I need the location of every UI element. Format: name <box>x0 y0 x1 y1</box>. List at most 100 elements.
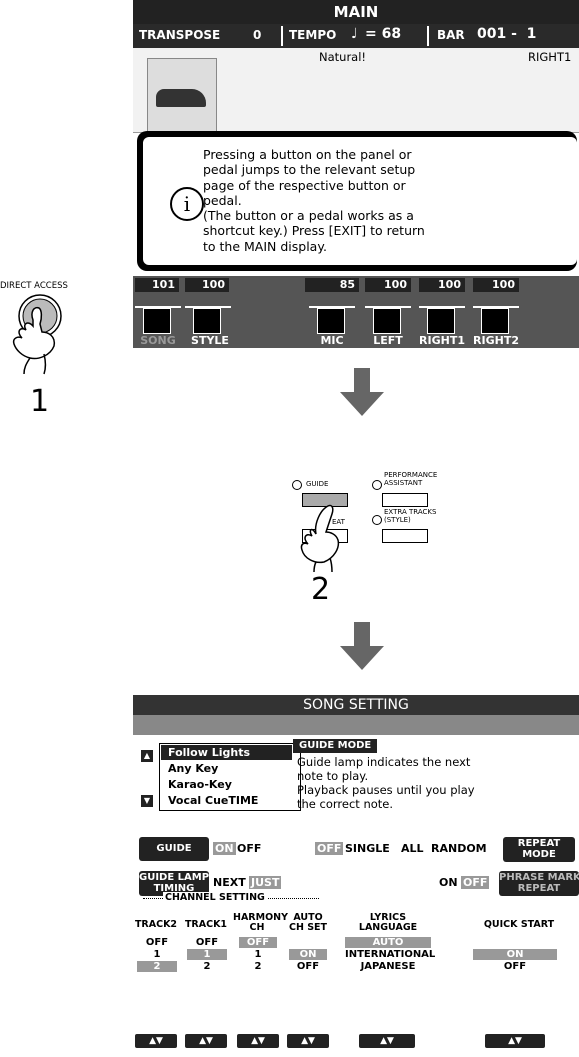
timing-just[interactable]: JUST <box>249 876 282 889</box>
repeat-all[interactable]: ALL <box>401 842 424 855</box>
track1-value-selected[interactable]: 1 <box>187 949 227 960</box>
track2-value[interactable]: OFF <box>137 937 177 948</box>
guide-mode-description: Guide lamp indicates the next note to pl… <box>297 755 475 811</box>
phrase-off[interactable]: OFF <box>461 876 490 889</box>
direct-access-label: DIRECT ACCESS <box>0 281 68 291</box>
performance-assistant-button[interactable] <box>382 493 428 507</box>
harmony-ch-value[interactable]: 2 <box>239 961 277 972</box>
piano-image <box>147 58 217 134</box>
main-title-bar: MAIN <box>133 0 579 24</box>
lyrics-language-japanese[interactable]: JAPANESE <box>345 961 431 972</box>
mixer-label-song: SONG <box>140 334 176 347</box>
repeat-random[interactable]: RANDOM <box>431 842 487 855</box>
mixer-label-style: STYLE <box>191 334 229 347</box>
mixer-slider[interactable] <box>365 294 411 334</box>
quick-start-off[interactable]: OFF <box>473 961 557 972</box>
mixer-slider[interactable] <box>473 294 519 334</box>
quick-start-label: QUICK START <box>483 919 555 930</box>
auto-ch-set-updown-button[interactable]: ▲▼ <box>287 1034 329 1048</box>
bar-value: 001 - 1 <box>477 26 537 42</box>
divider <box>281 26 283 46</box>
list-item-vocal-cuetime[interactable]: Vocal CueTIME <box>168 793 258 808</box>
popup-message: Pressing a button on the panel or pedal … <box>203 147 425 254</box>
mixer-label-left: LEFT <box>373 334 403 347</box>
transpose-value: 0 <box>253 28 262 42</box>
mixer-slider[interactable] <box>419 294 465 334</box>
lyrics-language-international[interactable]: INTERNATIONAL <box>345 949 435 960</box>
lyrics-language-auto[interactable]: AUTO <box>345 937 431 948</box>
mixer-value: 101 <box>135 278 179 292</box>
main-info-bar: TRANSPOSE 0 TEMPO ♩ = 68 BAR 001 - 1 <box>133 24 579 48</box>
list-item-karao-key[interactable]: Karao-Key <box>168 777 232 792</box>
song-setting-screenshot: SONG SETTING ▲ ▼ Follow Lights Any Key K… <box>133 695 579 1057</box>
performance-assistant-label: PERFORMANCE ASSISTANT <box>384 471 438 487</box>
list-item-any-key[interactable]: Any Key <box>168 761 218 776</box>
track2-updown-button[interactable]: ▲▼ <box>135 1034 177 1048</box>
list-item-follow-lights[interactable]: Follow Lights <box>161 745 292 760</box>
info-popup-body: i Pressing a button on the panel or peda… <box>143 137 577 265</box>
list-up-button[interactable]: ▲ <box>141 750 153 762</box>
harmony-ch-value-selected[interactable]: OFF <box>239 937 277 948</box>
mixer-slider[interactable] <box>309 294 355 334</box>
guide-button-label: GUIDE <box>306 480 329 488</box>
performance-lamp-indicator <box>372 480 382 490</box>
info-icon: i <box>170 187 204 221</box>
harmony-ch-updown-button[interactable]: ▲▼ <box>237 1034 279 1048</box>
track1-label: TRACK1 <box>184 919 228 930</box>
info-popup: i Pressing a button on the panel or peda… <box>137 131 577 271</box>
track2-value-selected[interactable]: 2 <box>137 961 177 972</box>
voice-name: Natural! <box>319 50 367 64</box>
lyrics-language-label: LYRICS LANGUAGE <box>358 912 418 933</box>
repeat-single[interactable]: SINGLE <box>345 842 390 855</box>
mixer-value: 100 <box>365 278 411 292</box>
lyrics-language-updown-button[interactable]: ▲▼ <box>359 1034 415 1048</box>
repeat-mode-button[interactable]: REPEAT MODE <box>503 837 575 862</box>
guide-mode-list: Follow Lights Any Key Karao-Key Vocal Cu… <box>159 743 301 811</box>
transpose-label: TRANSPOSE <box>139 28 221 42</box>
phrase-on[interactable]: ON <box>439 876 458 889</box>
track1-value[interactable]: OFF <box>187 937 227 948</box>
harmony-ch-label: HARMONY CH <box>233 912 288 933</box>
track2-value[interactable]: 1 <box>137 949 177 960</box>
guide-lamp-off[interactable]: OFF <box>237 842 261 855</box>
extra-tracks-label: EXTRA TRACKS (STYLE) <box>384 508 437 524</box>
tempo-note-icon: ♩ <box>351 26 358 42</box>
repeat-off[interactable]: OFF <box>315 842 344 855</box>
mixer-panel: 101 100 85 100 100 100 SONG STYLE MIC LE… <box>133 276 579 348</box>
mixer-value: 100 <box>185 278 229 292</box>
track1-updown-button[interactable]: ▲▼ <box>185 1034 227 1048</box>
mixer-value: 100 <box>419 278 465 292</box>
tempo-value: = 68 <box>365 26 402 42</box>
tab-bar <box>133 715 579 735</box>
main-display-screenshot: MAIN TRANSPOSE 0 TEMPO ♩ = 68 BAR 001 - … <box>133 0 579 348</box>
auto-ch-set-label: AUTO CH SET <box>288 912 328 933</box>
down-arrow-icon <box>340 622 384 670</box>
auto-ch-set-off[interactable]: OFF <box>289 961 327 972</box>
list-down-button[interactable]: ▼ <box>141 795 153 807</box>
extra-tracks-button[interactable] <box>382 529 428 543</box>
guide-lamp-indicator <box>292 480 302 490</box>
quick-start-on[interactable]: ON <box>473 949 557 960</box>
track1-value[interactable]: 2 <box>187 961 227 972</box>
auto-ch-set-on[interactable]: ON <box>289 949 327 960</box>
timing-next[interactable]: NEXT <box>213 876 246 889</box>
down-arrow-icon <box>340 368 384 416</box>
guide-mode-tag: GUIDE MODE <box>293 739 378 753</box>
harmony-ch-value[interactable]: 1 <box>239 949 277 960</box>
step-number-2: 2 <box>311 572 331 607</box>
guide-lamp-on[interactable]: ON <box>213 842 236 855</box>
guide-lamp-button[interactable]: GUIDE LAMP <box>139 837 209 878</box>
voice-part: RIGHT1 <box>528 50 572 64</box>
step-number-1: 1 <box>30 384 50 419</box>
mixer-label-mic: MIC <box>320 334 344 347</box>
phrase-mark-repeat-button[interactable]: PHRASE MARK REPEAT <box>499 871 579 896</box>
mixer-slider[interactable] <box>185 294 231 334</box>
tempo-label: TEMPO <box>289 28 337 42</box>
mixer-value: 85 <box>305 278 359 292</box>
direct-access-button-with-hand[interactable] <box>0 292 80 392</box>
mixer-slider[interactable] <box>135 294 181 334</box>
channel-setting-title: CHANNEL SETTING <box>163 892 267 903</box>
quick-start-updown-button[interactable]: ▲▼ <box>485 1034 545 1048</box>
extra-tracks-lamp-indicator <box>372 515 382 525</box>
song-setting-title: SONG SETTING <box>133 695 579 715</box>
